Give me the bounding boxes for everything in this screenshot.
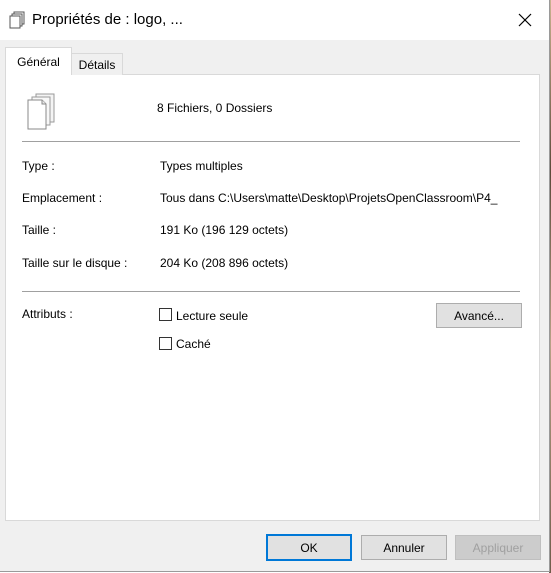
readonly-checkbox[interactable] bbox=[159, 308, 172, 321]
hidden-label: Caché bbox=[176, 337, 211, 351]
size-value: 191 Ko (196 129 octets) bbox=[160, 223, 289, 237]
window-title: Propriétés de : logo, ... bbox=[32, 11, 183, 28]
ok-button[interactable]: OK bbox=[266, 534, 352, 561]
tab-details[interactable]: Détails bbox=[72, 53, 123, 75]
attributes-label: Attributs : bbox=[22, 307, 73, 321]
location-value: Tous dans C:\Users\matte\Desktop\Projets… bbox=[160, 191, 498, 205]
selection-summary: 8 Fichiers, 0 Dossiers bbox=[157, 101, 273, 115]
disk-size-label: Taille sur le disque : bbox=[22, 256, 128, 270]
hidden-checkbox[interactable] bbox=[159, 337, 172, 350]
multiple-files-icon bbox=[27, 93, 55, 130]
apply-button[interactable]: Appliquer bbox=[455, 535, 541, 560]
apply-button-label: Appliquer bbox=[472, 540, 524, 555]
properties-dialog: Propriétés de : logo, ... Général Détail… bbox=[0, 0, 550, 572]
location-label: Emplacement : bbox=[22, 191, 103, 205]
cancel-button-label: Annuler bbox=[383, 540, 425, 555]
title-bar: Propriétés de : logo, ... bbox=[0, 0, 549, 40]
type-value: Types multiples bbox=[160, 159, 243, 173]
readonly-label: Lecture seule bbox=[176, 309, 249, 323]
close-icon bbox=[518, 13, 532, 27]
multiple-files-icon bbox=[9, 11, 25, 29]
tab-details-label: Détails bbox=[78, 57, 116, 72]
size-label: Taille : bbox=[22, 223, 57, 237]
separator bbox=[22, 141, 520, 142]
ok-button-label: OK bbox=[300, 540, 318, 555]
advanced-button-label: Avancé... bbox=[454, 308, 504, 323]
disk-size-value: 204 Ko (208 896 octets) bbox=[160, 256, 289, 270]
tab-general[interactable]: Général bbox=[5, 47, 72, 75]
tab-general-label: Général bbox=[17, 54, 60, 69]
cancel-button[interactable]: Annuler bbox=[361, 535, 447, 560]
separator bbox=[22, 291, 520, 292]
close-button[interactable] bbox=[504, 4, 546, 36]
type-label: Type : bbox=[22, 159, 55, 173]
advanced-button[interactable]: Avancé... bbox=[436, 303, 522, 328]
